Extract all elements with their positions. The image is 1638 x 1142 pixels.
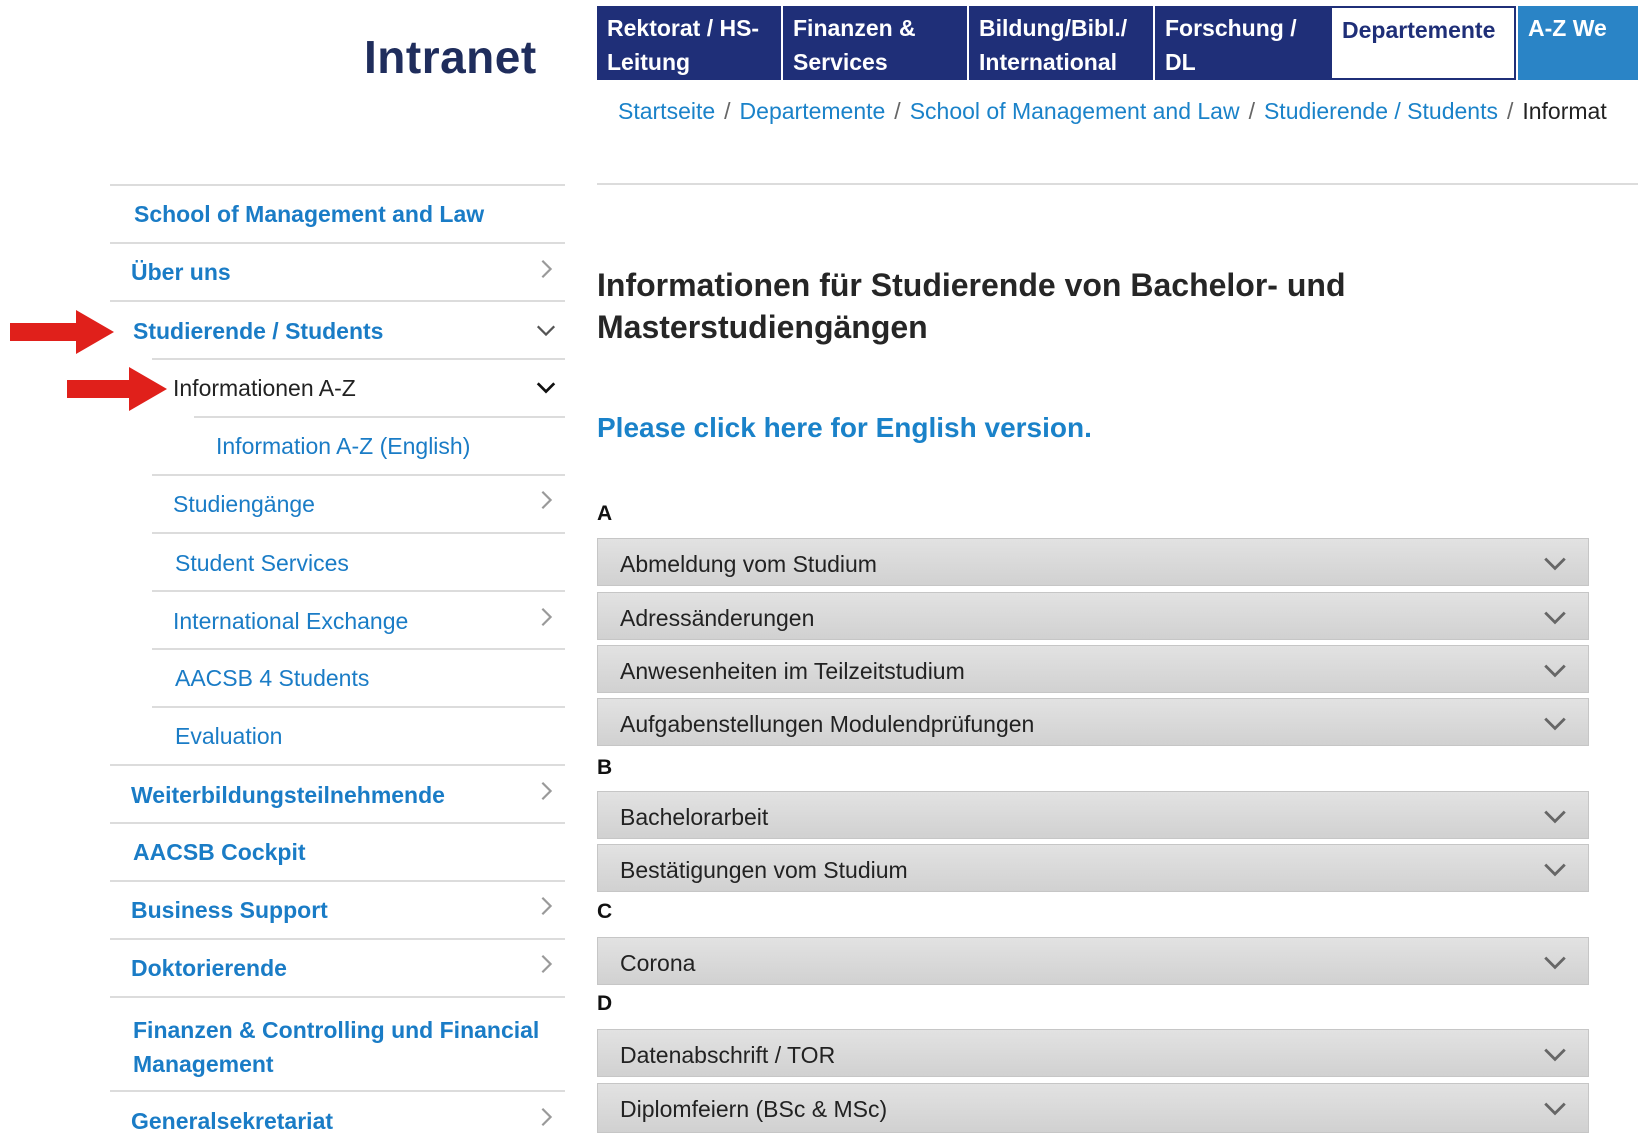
sidebar-item-label: Informationen A-Z: [173, 375, 356, 401]
sidebar-item-label: AACSB 4 Students: [175, 665, 370, 691]
breadcrumb-separator: /: [894, 98, 901, 124]
sidebar-item-label: Studierende / Students: [133, 318, 384, 344]
accordion-item[interactable]: Adressänderungen: [597, 592, 1589, 640]
chevron-right-icon[interactable]: [535, 606, 557, 628]
chevron-down-icon[interactable]: [1542, 550, 1568, 576]
breadcrumb-current: Informat: [1522, 98, 1607, 124]
accordion-item-label: Bachelorarbeit: [620, 804, 769, 830]
nav-tab-departemente[interactable]: Departemente: [1330, 6, 1516, 80]
breadcrumb-separator: /: [724, 98, 731, 124]
chevron-down-icon[interactable]: [1542, 1041, 1568, 1067]
sidebar-item-label: Finanzen & Controlling und Financial Man…: [133, 1017, 540, 1077]
accordion-item[interactable]: Bestätigungen vom Studium: [597, 844, 1589, 892]
accordion-item-label: Datenabschrift / TOR: [620, 1042, 836, 1068]
nav-tab-forschung[interactable]: Forschung / DL: [1155, 6, 1341, 80]
sidebar-item-evaluation[interactable]: Evaluation: [152, 706, 565, 764]
breadcrumb-sml[interactable]: School of Management and Law: [910, 98, 1240, 124]
section-letter-d: D: [597, 992, 613, 1015]
section-letter-a: A: [597, 502, 613, 525]
accordion-item-label: Anwesenheiten im Teilzeitstudium: [620, 658, 965, 684]
sidebar-title[interactable]: School of Management and Law: [110, 184, 565, 242]
breadcrumb-departemente[interactable]: Departemente: [740, 98, 886, 124]
chevron-down-icon[interactable]: [1542, 856, 1568, 882]
chevron-right-icon[interactable]: [535, 489, 557, 511]
sidebar-item-generalsekretariat[interactable]: Generalsekretariat: [110, 1090, 565, 1142]
breadcrumb-startseite[interactable]: Startseite: [618, 98, 715, 124]
accordion-item-label: Corona: [620, 950, 696, 976]
chevron-down-icon[interactable]: [1542, 949, 1568, 975]
chevron-down-icon[interactable]: [1542, 657, 1568, 683]
sidebar-item-label: Information A-Z (English): [216, 433, 471, 459]
sidebar-item-aacsb-cockpit[interactable]: AACSB Cockpit: [110, 822, 565, 880]
content-divider: [597, 183, 1638, 185]
sidebar-title-label: School of Management and Law: [134, 201, 485, 227]
accordion-item-label: Bestätigungen vom Studium: [620, 857, 908, 883]
red-arrow-icon: [10, 310, 114, 354]
chevron-right-icon[interactable]: [535, 953, 557, 975]
sidebar-item-label: Student Services: [175, 550, 349, 576]
nav-tab-a-z[interactable]: A-Z We: [1518, 6, 1638, 80]
sidebar-item-label: Weiterbildungsteilnehmende: [131, 782, 445, 808]
top-navigation: Rektorat / HS-Leitung Finanzen & Service…: [597, 6, 1638, 80]
chevron-down-icon[interactable]: [1542, 604, 1568, 630]
chevron-right-icon[interactable]: [535, 258, 557, 280]
intranet-logo[interactable]: Intranet: [364, 30, 537, 84]
sidebar-item-ueber-uns[interactable]: Über uns: [110, 242, 565, 300]
sidebar-item-label: Über uns: [131, 259, 231, 285]
chevron-down-icon[interactable]: [1542, 1095, 1568, 1121]
accordion-item-label: Abmeldung vom Studium: [620, 551, 877, 577]
sidebar-item-information-a-z-english[interactable]: Information A-Z (English): [194, 416, 565, 474]
accordion-item-label: Diplomfeiern (BSc & MSc): [620, 1096, 888, 1122]
sidebar-item-label: Business Support: [131, 897, 328, 923]
english-version-link[interactable]: Please click here for English version.: [597, 412, 1092, 444]
sidebar-item-aacsb-4-students[interactable]: AACSB 4 Students: [152, 648, 565, 706]
chevron-right-icon[interactable]: [535, 780, 557, 802]
accordion-item-label: Aufgabenstellungen Modulendprüfungen: [620, 711, 1035, 737]
nav-tab-bildung[interactable]: Bildung/Bibl./ International: [969, 6, 1153, 80]
chevron-down-icon[interactable]: [535, 319, 557, 341]
breadcrumb-separator: /: [1506, 98, 1514, 124]
breadcrumb-separator: /: [1248, 98, 1255, 124]
sidebar-item-student-services[interactable]: Student Services: [152, 532, 565, 590]
sidebar-item-business-support[interactable]: Business Support: [110, 880, 565, 938]
accordion-item[interactable]: Aufgabenstellungen Modulendprüfungen: [597, 698, 1589, 746]
accordion-item[interactable]: Anwesenheiten im Teilzeitstudium: [597, 645, 1589, 693]
accordion-item[interactable]: Diplomfeiern (BSc & MSc): [597, 1083, 1589, 1133]
chevron-right-icon[interactable]: [535, 895, 557, 917]
accordion-item[interactable]: Abmeldung vom Studium: [597, 538, 1589, 586]
sidebar-item-weiterbildung[interactable]: Weiterbildungsteilnehmende: [110, 764, 565, 822]
sidebar-item-label: International Exchange: [173, 608, 409, 634]
chevron-down-icon[interactable]: [1542, 803, 1568, 829]
breadcrumb-studierende[interactable]: Studierende / Students: [1264, 98, 1498, 124]
sidebar-item-label: Evaluation: [175, 723, 283, 749]
sidebar-item-label: Studiengänge: [173, 491, 315, 517]
nav-tab-rektorat[interactable]: Rektorat / HS-Leitung: [597, 6, 781, 80]
sidebar-item-finanzen-controlling[interactable]: Finanzen & Controlling und Financial Man…: [110, 996, 565, 1090]
sidebar-item-studiengaenge[interactable]: Studiengänge: [152, 474, 565, 532]
sidebar-item-informationen-a-z[interactable]: Informationen A-Z: [152, 358, 565, 416]
chevron-right-icon[interactable]: [535, 1106, 557, 1128]
chevron-down-icon[interactable]: [1542, 710, 1568, 736]
accordion-item-label: Adressänderungen: [620, 605, 815, 631]
sidebar-item-label: Generalsekretariat: [131, 1108, 334, 1134]
breadcrumb: Startseite / Departemente / School of Manage…: [618, 98, 1638, 125]
sidebar-item-label: Doktorierende: [131, 955, 287, 981]
section-letter-b: B: [597, 756, 613, 779]
page-title: Informationen für Studierende von Bachel…: [597, 267, 1346, 345]
accordion-item[interactable]: Corona: [597, 937, 1589, 985]
accordion-item[interactable]: Datenabschrift / TOR: [597, 1029, 1589, 1077]
sidebar-item-studierende[interactable]: Studierende / Students: [110, 300, 565, 358]
chevron-down-icon[interactable]: [535, 376, 557, 398]
sidebar-item-international-exchange[interactable]: International Exchange: [152, 590, 565, 648]
section-letter-c: C: [597, 900, 613, 923]
nav-tab-finanzen[interactable]: Finanzen & Services: [783, 6, 967, 80]
accordion-item[interactable]: Bachelorarbeit: [597, 791, 1589, 839]
sidebar-item-doktorierende[interactable]: Doktorierende: [110, 938, 565, 996]
red-arrow-icon: [67, 367, 167, 411]
sidebar-item-label: AACSB Cockpit: [133, 839, 306, 865]
